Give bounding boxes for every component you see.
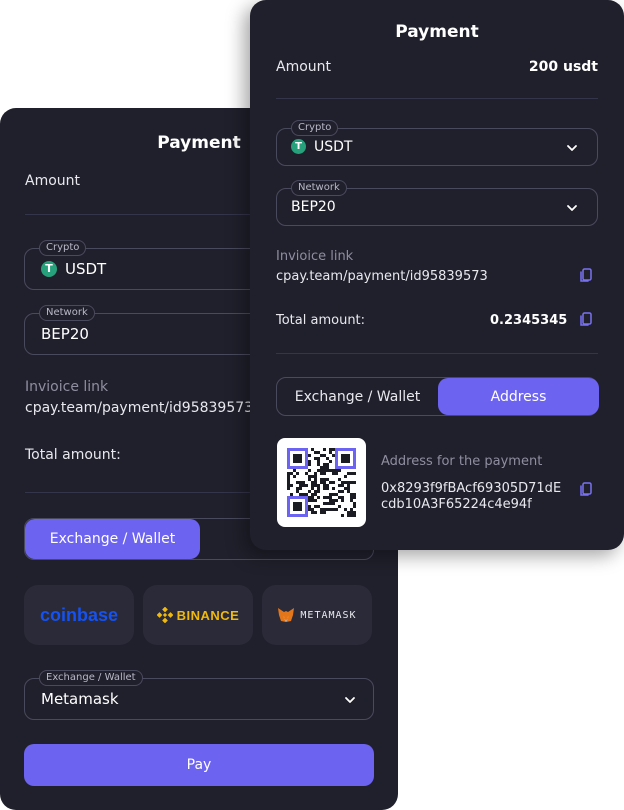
back-total-label: Total amount: <box>25 447 121 463</box>
back-tab-exchange-wallet[interactable]: Exchange / Wallet <box>25 519 200 559</box>
copy-icon[interactable] <box>578 481 594 497</box>
front-tab-address[interactable]: Address <box>438 378 599 415</box>
coinbase-button[interactable]: coinbase <box>24 585 134 645</box>
front-total-value: 0.2345345 <box>490 313 568 328</box>
binance-button[interactable]: BINANCE <box>143 585 253 645</box>
metamask-fox-icon <box>278 608 295 622</box>
front-network-legend: Network <box>291 180 347 196</box>
qr-code <box>277 438 366 527</box>
copy-icon[interactable] <box>578 311 594 327</box>
front-total-label: Total amount: <box>276 313 366 328</box>
back-wallet-value: Metamask <box>41 690 119 708</box>
front-invoice-label: Invioice link <box>276 249 354 264</box>
tether-icon: T <box>291 139 306 154</box>
metamask-button[interactable]: METAMASK <box>262 585 372 645</box>
back-crypto-value: USDT <box>65 260 107 278</box>
coinbase-logo: coinbase <box>39 604 119 625</box>
chevron-down-icon <box>345 697 355 703</box>
tether-icon: T <box>41 261 57 277</box>
copy-icon[interactable] <box>578 267 594 283</box>
binance-logo: BINANCE <box>176 607 240 623</box>
front-crypto-select[interactable]: Crypto T USDT <box>276 120 598 166</box>
front-amount-value: 200 usdt <box>528 59 598 75</box>
front-divider-2 <box>276 353 598 354</box>
front-invoice-link[interactable]: cpay.team/payment/id95839573 <box>276 269 488 284</box>
front-divider <box>276 98 598 99</box>
pay-button[interactable]: Pay <box>24 744 374 786</box>
back-wallet-select[interactable]: Exchange / Wallet Metamask <box>24 670 374 720</box>
chevron-down-icon <box>567 145 577 151</box>
front-amount-label: Amount <box>276 59 332 75</box>
front-network-value: BEP20 <box>291 199 336 215</box>
front-address-label: Address for the payment <box>381 454 543 469</box>
back-amount-label: Amount <box>25 173 81 189</box>
back-crypto-legend: Crypto <box>39 240 87 256</box>
back-network-value: BEP20 <box>41 325 89 343</box>
front-tab-exchange-wallet[interactable]: Exchange / Wallet <box>277 378 438 415</box>
front-crypto-legend: Crypto <box>291 120 339 136</box>
front-payment-method-toggle: Exchange / Wallet Address <box>276 377 599 416</box>
front-page-title: Payment <box>395 22 479 42</box>
chevron-down-icon <box>567 205 577 211</box>
metamask-logo: METAMASK <box>300 609 357 621</box>
payment-card-front: Payment Amount 200 usdt Crypto T USDT Ne… <box>250 0 624 550</box>
back-invoice-link[interactable]: cpay.team/payment/id95839573 <box>25 400 250 416</box>
front-address-line2[interactable]: cdb10A3F65224c4e94f <box>381 497 532 512</box>
back-network-legend: Network <box>39 305 95 321</box>
front-address-line1[interactable]: 0x8293f9fBAcf69305D71dE <box>381 481 561 496</box>
back-invoice-label: Invioice link <box>25 379 109 395</box>
front-crypto-value: USDT <box>314 139 353 155</box>
qr-code-image <box>287 448 356 517</box>
back-wallet-legend: Exchange / Wallet <box>39 670 143 686</box>
binance-icon <box>156 607 173 623</box>
front-network-select[interactable]: Network BEP20 <box>276 180 598 226</box>
